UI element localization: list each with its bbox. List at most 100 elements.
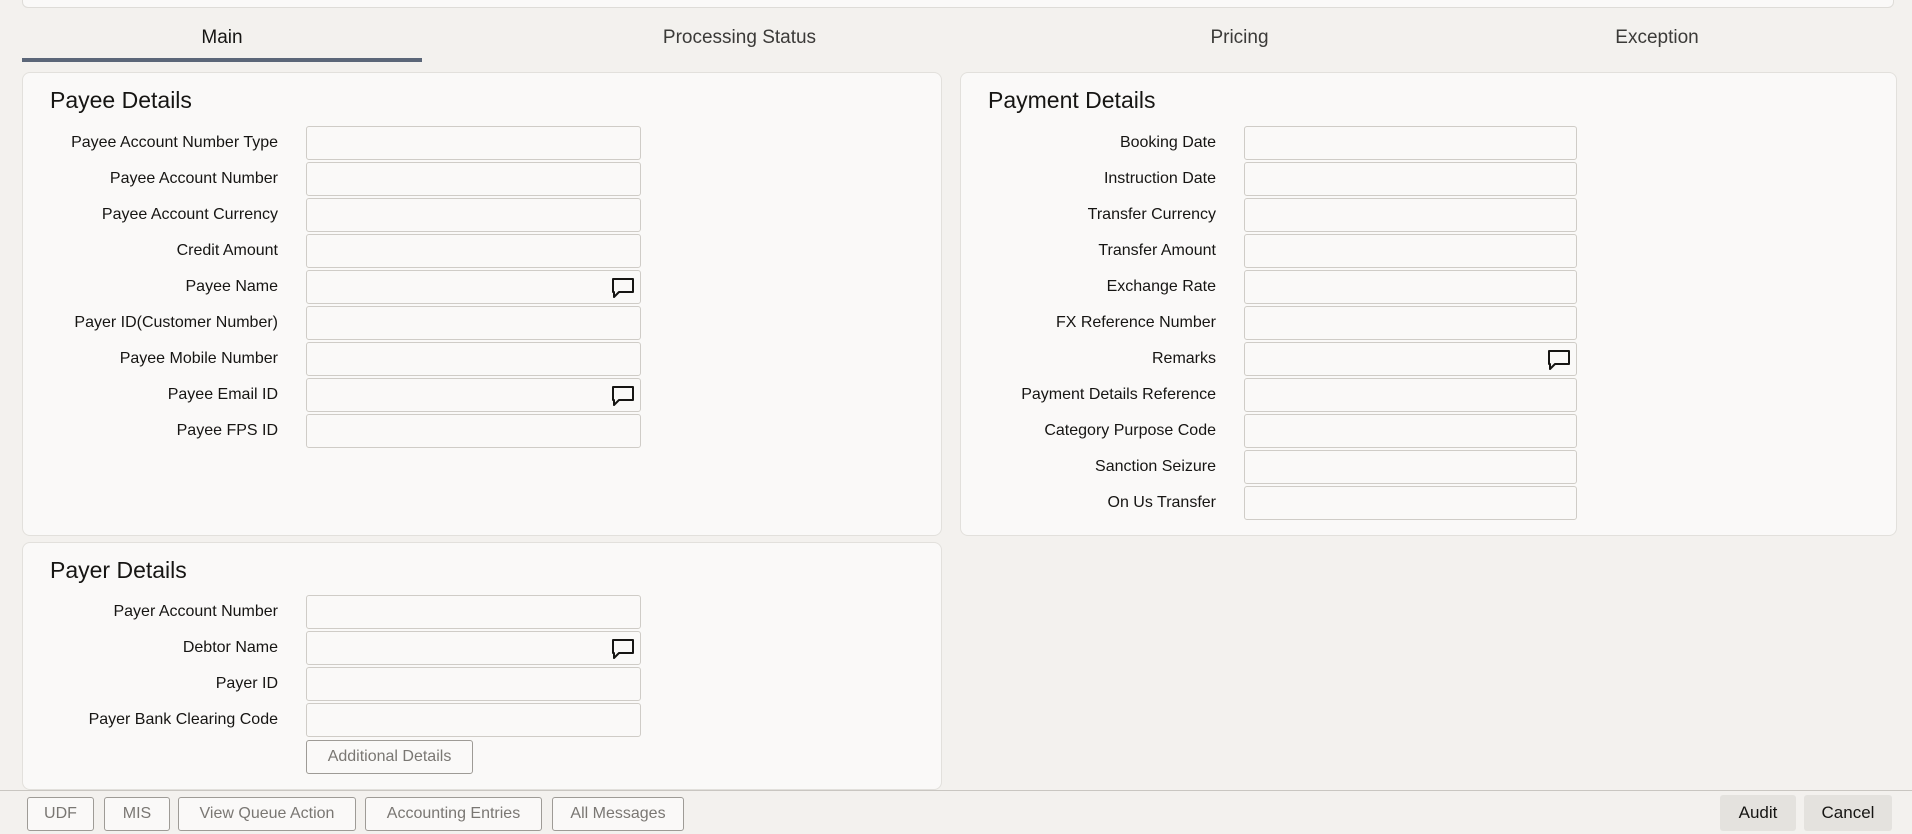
sanction-seizure-label-wrap: Sanction Seizure <box>961 450 1216 484</box>
booking-date-field[interactable] <box>1244 126 1577 160</box>
credit-amount-field[interactable] <box>306 234 641 268</box>
view-queue-action-button[interactable]: View Queue Action <box>178 797 356 831</box>
payer-details-title: Payer Details <box>50 557 187 583</box>
footer-bar: UDF MIS View Queue Action Accounting Ent… <box>0 790 1912 834</box>
payee-account-number-type-field[interactable] <box>306 126 641 160</box>
transfer-amount-label-wrap: Transfer Amount <box>961 234 1216 268</box>
debtor-name-input[interactable] <box>307 632 640 664</box>
chat-bubble-icon[interactable] <box>1547 349 1571 371</box>
accounting-entries-button[interactable]: Accounting Entries <box>365 797 542 831</box>
credit-amount-label: Credit Amount <box>176 242 278 259</box>
on-us-transfer-label-wrap: On Us Transfer <box>961 486 1216 520</box>
tab-exception[interactable]: Exception <box>1422 18 1892 62</box>
remarks-field[interactable] <box>1244 342 1577 376</box>
payer-id-customer-number-label-wrap: Payer ID(Customer Number) <box>23 306 278 340</box>
transfer-currency-label-wrap: Transfer Currency <box>961 198 1216 232</box>
payee-email-id-label: Payee Email ID <box>167 386 278 403</box>
chat-bubble-icon[interactable] <box>611 277 635 299</box>
exchange-rate-input[interactable] <box>1245 271 1576 303</box>
payer-bank-clearing-code-field[interactable] <box>306 703 641 737</box>
exchange-rate-field[interactable] <box>1244 270 1577 304</box>
all-messages-button[interactable]: All Messages <box>552 797 684 831</box>
payee-fps-id-field[interactable] <box>306 414 641 448</box>
cancel-button[interactable]: Cancel <box>1804 795 1892 831</box>
udf-button[interactable]: UDF <box>27 797 94 831</box>
instruction-date-input[interactable] <box>1245 163 1576 195</box>
payee-email-id-input[interactable] <box>307 379 640 411</box>
chat-bubble-icon[interactable] <box>611 638 635 660</box>
tab-main[interactable]: Main <box>22 18 422 62</box>
audit-button[interactable]: Audit <box>1720 795 1796 831</box>
payer-bank-clearing-code-label: Payer Bank Clearing Code <box>88 711 278 728</box>
payee-account-number-label-wrap: Payee Account Number <box>23 162 278 196</box>
payee-account-number-input[interactable] <box>307 163 640 195</box>
credit-amount-input[interactable] <box>307 235 640 267</box>
payee-account-currency-field[interactable] <box>306 198 641 232</box>
payer-id-label-wrap: Payer ID <box>23 667 278 701</box>
payer-id-field[interactable] <box>306 667 641 701</box>
payee-account-number-field[interactable] <box>306 162 641 196</box>
payment-details-title: Payment Details <box>988 87 1156 113</box>
transfer-currency-field[interactable] <box>1244 198 1577 232</box>
on-us-transfer-field[interactable] <box>1244 486 1577 520</box>
payee-mobile-number-label: Payee Mobile Number <box>119 350 278 367</box>
payee-account-number-type-label: Payee Account Number Type <box>71 134 278 151</box>
on-us-transfer-input[interactable] <box>1245 487 1576 519</box>
transfer-currency-input[interactable] <box>1245 199 1576 231</box>
instruction-date-field[interactable] <box>1244 162 1577 196</box>
payee-name-label: Payee Name <box>185 278 279 295</box>
fx-reference-number-input[interactable] <box>1245 307 1576 339</box>
payment-details-reference-field[interactable] <box>1244 378 1577 412</box>
category-purpose-code-label-wrap: Category Purpose Code <box>961 414 1216 448</box>
debtor-name-field[interactable] <box>306 631 641 665</box>
chat-bubble-icon[interactable] <box>611 385 635 407</box>
payee-mobile-number-field[interactable] <box>306 342 641 376</box>
transfer-amount-field[interactable] <box>1244 234 1577 268</box>
payee-email-id-field[interactable] <box>306 378 641 412</box>
instruction-date-label-wrap: Instruction Date <box>961 162 1216 196</box>
sanction-seizure-field[interactable] <box>1244 450 1577 484</box>
payee-name-field[interactable] <box>306 270 641 304</box>
tab-processing-status[interactable]: Processing Status <box>422 18 1057 62</box>
debtor-name-label: Debtor Name <box>182 639 278 656</box>
payer-account-number-label-wrap: Payer Account Number <box>23 595 278 629</box>
payer-id-input[interactable] <box>307 668 640 700</box>
payee-name-input[interactable] <box>307 271 640 303</box>
payer-id-label: Payer ID <box>215 675 278 692</box>
mis-button[interactable]: MIS <box>104 797 170 831</box>
payee-email-id-label-wrap: Payee Email ID <box>23 378 278 412</box>
transfer-currency-label: Transfer Currency <box>1087 206 1216 223</box>
fx-reference-number-label-wrap: FX Reference Number <box>961 306 1216 340</box>
payer-bank-clearing-code-input[interactable] <box>307 704 640 736</box>
category-purpose-code-input[interactable] <box>1245 415 1576 447</box>
payer-id-customer-number-input[interactable] <box>307 307 640 339</box>
sanction-seizure-input[interactable] <box>1245 451 1576 483</box>
fx-reference-number-field[interactable] <box>1244 306 1577 340</box>
credit-amount-label-wrap: Credit Amount <box>23 234 278 268</box>
category-purpose-code-label: Category Purpose Code <box>1044 422 1216 439</box>
transfer-amount-input[interactable] <box>1245 235 1576 267</box>
payer-account-number-label: Payer Account Number <box>113 603 278 620</box>
payee-fps-id-input[interactable] <box>307 415 640 447</box>
payee-account-number-type-input[interactable] <box>307 127 640 159</box>
payee-fps-id-label-wrap: Payee FPS ID <box>23 414 278 448</box>
payer-account-number-field[interactable] <box>306 595 641 629</box>
booking-date-input[interactable] <box>1245 127 1576 159</box>
payment-details-reference-input[interactable] <box>1245 379 1576 411</box>
payer-account-number-input[interactable] <box>307 596 640 628</box>
remarks-input[interactable] <box>1245 343 1576 375</box>
booking-date-label-wrap: Booking Date <box>961 126 1216 160</box>
additional-details-button[interactable]: Additional Details <box>306 740 473 774</box>
payer-id-customer-number-field[interactable] <box>306 306 641 340</box>
payment-details-reference-label: Payment Details Reference <box>1021 386 1216 403</box>
on-us-transfer-label: On Us Transfer <box>1107 494 1216 511</box>
payer-details-panel: Payer Details Additional Details Payer A… <box>22 542 942 790</box>
payee-mobile-number-input[interactable] <box>307 343 640 375</box>
exchange-rate-label-wrap: Exchange Rate <box>961 270 1216 304</box>
tab-pricing[interactable]: Pricing <box>1057 18 1422 62</box>
payee-account-currency-label: Payee Account Currency <box>101 206 278 223</box>
debtor-name-label-wrap: Debtor Name <box>23 631 278 665</box>
payee-account-currency-input[interactable] <box>307 199 640 231</box>
booking-date-label: Booking Date <box>1119 134 1216 151</box>
category-purpose-code-field[interactable] <box>1244 414 1577 448</box>
